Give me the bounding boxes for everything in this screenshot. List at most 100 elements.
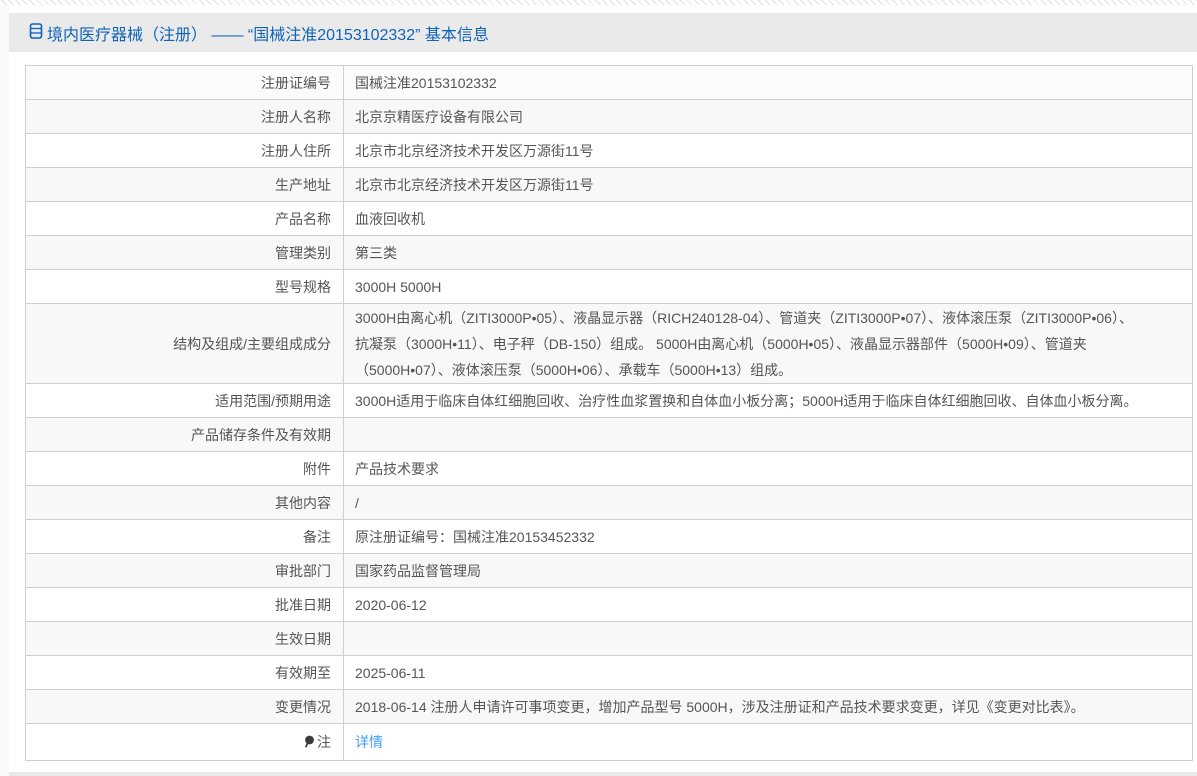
row-label-text: 产品储存条件及有效期 — [191, 427, 331, 443]
row-label: 审批部门 — [26, 554, 344, 588]
row-label-text: 备注 — [303, 529, 331, 545]
row-value-text: 产品技术要求 — [355, 461, 439, 477]
row-label: 管理类别 — [26, 236, 344, 270]
row-label: 型号规格 — [26, 270, 344, 304]
row-label: 注册人住所 — [26, 134, 344, 168]
top-hatch-stripe — [0, 0, 1197, 5]
row-value-text: 第三类 — [355, 245, 397, 261]
row-label: 注册人名称 — [26, 100, 344, 134]
table-row: 结构及组成/主要组成成分 3000H由离心机（ZITI3000P•05）、液晶显示… — [26, 304, 1193, 384]
table-row: 产品名称 血液回收机 — [26, 202, 1193, 236]
row-value-text: 血液回收机 — [355, 211, 425, 227]
row-label: 产品名称 — [26, 202, 344, 236]
row-label: 注册证编号 — [26, 66, 344, 100]
row-value-text: 国械注准20153102332 — [355, 75, 497, 91]
row-label: 生效日期 — [26, 622, 344, 656]
detail-link[interactable]: 详情 — [355, 734, 383, 750]
row-value: 3000H由离心机（ZITI3000P•05）、液晶显示器（RICH240128… — [344, 304, 1193, 384]
document-icon — [29, 23, 43, 44]
row-value-text: 3000H适用于临床自体红细胞回收、治疗性血浆置换和自体血小板分离；5000H适… — [355, 393, 1138, 409]
row-label-text: 型号规格 — [275, 279, 331, 295]
table-row: 变更情况 2018-06-14 注册人申请许可事项变更，增加产品型号 5000H，… — [26, 690, 1193, 724]
row-value-text: 2018-06-14 注册人申请许可事项变更，增加产品型号 5000H，涉及注册… — [355, 699, 1085, 715]
table-row: 有效期至 2025-06-11 — [26, 656, 1193, 690]
table-row: 生产地址 北京市北京经济技术开发区万源街11号 — [26, 168, 1193, 202]
row-label-text: 有效期至 — [275, 665, 331, 681]
row-label: 变更情况 — [26, 690, 344, 724]
bulb-icon — [304, 735, 315, 751]
row-value-text: 北京京精医疗设备有限公司 — [355, 109, 523, 125]
row-value: 2020-06-12 — [344, 588, 1193, 622]
row-value: 2018-06-14 注册人申请许可事项变更，增加产品型号 5000H，涉及注册… — [344, 690, 1193, 724]
row-value: 北京市北京经济技术开发区万源街11号 — [344, 168, 1193, 202]
row-value: 国械注准20153102332 — [344, 66, 1193, 100]
row-label-text: 生产地址 — [275, 177, 331, 193]
row-value: 详情 — [344, 724, 1193, 761]
row-label-text: 批准日期 — [275, 597, 331, 613]
row-value-text: 3000H 5000H — [355, 279, 441, 295]
table-row: 适用范围/预期用途 3000H适用于临床自体红细胞回收、治疗性血浆置换和自体血小板… — [26, 384, 1193, 418]
row-value: 产品技术要求 — [344, 452, 1193, 486]
row-value — [344, 622, 1193, 656]
row-value — [344, 418, 1193, 452]
table-row: 管理类别 第三类 — [26, 236, 1193, 270]
row-label: 注 — [26, 724, 344, 761]
row-value: 北京京精医疗设备有限公司 — [344, 100, 1193, 134]
row-label: 产品储存条件及有效期 — [26, 418, 344, 452]
row-label-text: 注册证编号 — [261, 75, 331, 91]
table-row: 批准日期 2020-06-12 — [26, 588, 1193, 622]
row-value-text: 2020-06-12 — [355, 597, 427, 613]
row-value: / — [344, 486, 1193, 520]
row-value-text: 国家药品监督管理局 — [355, 563, 481, 579]
table-row: 备注 原注册证编号：国械注准20153452332 — [26, 520, 1193, 554]
header-bar: 境内医疗器械（注册） —— “国械注准20153102332” 基本信息 — [9, 13, 1197, 52]
table-row: 附件 产品技术要求 — [26, 452, 1193, 486]
row-label: 批准日期 — [26, 588, 344, 622]
row-value: 2025-06-11 — [344, 656, 1193, 690]
table-row: 型号规格 3000H 5000H — [26, 270, 1193, 304]
row-value: 血液回收机 — [344, 202, 1193, 236]
page-left-gutter — [0, 0, 9, 776]
row-value-text: 3000H由离心机（ZITI3000P•05）、液晶显示器（RICH240128… — [355, 310, 1133, 378]
row-value-text: / — [355, 495, 359, 511]
row-label-text: 其他内容 — [275, 495, 331, 511]
row-value: 国家药品监督管理局 — [344, 554, 1193, 588]
row-label: 其他内容 — [26, 486, 344, 520]
table-row: 注册证编号 国械注准20153102332 — [26, 66, 1193, 100]
row-label: 有效期至 — [26, 656, 344, 690]
row-label-text: 结构及组成/主要组成成分 — [173, 336, 331, 352]
row-label-text: 附件 — [303, 461, 331, 477]
row-value-text: 2025-06-11 — [355, 665, 426, 681]
footer-strip — [9, 772, 1197, 776]
basic-info-table: 注册证编号国械注准20153102332注册人名称北京京精医疗设备有限公司注册人… — [25, 65, 1193, 761]
table-row: 注册人名称 北京京精医疗设备有限公司 — [26, 100, 1193, 134]
row-label-text: 注册人名称 — [261, 109, 331, 125]
row-label: 生产地址 — [26, 168, 344, 202]
row-label-text: 生效日期 — [275, 631, 331, 647]
table-row: 审批部门 国家药品监督管理局 — [26, 554, 1193, 588]
row-label: 结构及组成/主要组成成分 — [26, 304, 344, 384]
row-label-text: 管理类别 — [275, 245, 331, 261]
row-label-text: 审批部门 — [275, 563, 331, 579]
row-value: 原注册证编号：国械注准20153452332 — [344, 520, 1193, 554]
table-row: 注 详情 — [26, 724, 1193, 761]
row-label-text: 注 — [317, 734, 331, 750]
table-row: 生效日期 — [26, 622, 1193, 656]
table-row: 注册人住所 北京市北京经济技术开发区万源街11号 — [26, 134, 1193, 168]
row-label: 备注 — [26, 520, 344, 554]
row-value: 第三类 — [344, 236, 1193, 270]
row-label-text: 产品名称 — [275, 211, 331, 227]
row-label: 附件 — [26, 452, 344, 486]
row-value: 3000H适用于临床自体红细胞回收、治疗性血浆置换和自体血小板分离；5000H适… — [344, 384, 1193, 418]
row-value-text: 北京市北京经济技术开发区万源街11号 — [355, 143, 594, 159]
table-row: 产品储存条件及有效期 — [26, 418, 1193, 452]
row-label-text: 适用范围/预期用途 — [215, 393, 331, 409]
table-row: 其他内容 / — [26, 486, 1193, 520]
row-label-text: 变更情况 — [275, 699, 331, 715]
row-label: 适用范围/预期用途 — [26, 384, 344, 418]
row-value: 北京市北京经济技术开发区万源街11号 — [344, 134, 1193, 168]
row-value: 3000H 5000H — [344, 270, 1193, 304]
row-value-text: 北京市北京经济技术开发区万源街11号 — [355, 177, 594, 193]
row-label-text: 注册人住所 — [261, 143, 331, 159]
row-value-text: 原注册证编号：国械注准20153452332 — [355, 529, 595, 545]
